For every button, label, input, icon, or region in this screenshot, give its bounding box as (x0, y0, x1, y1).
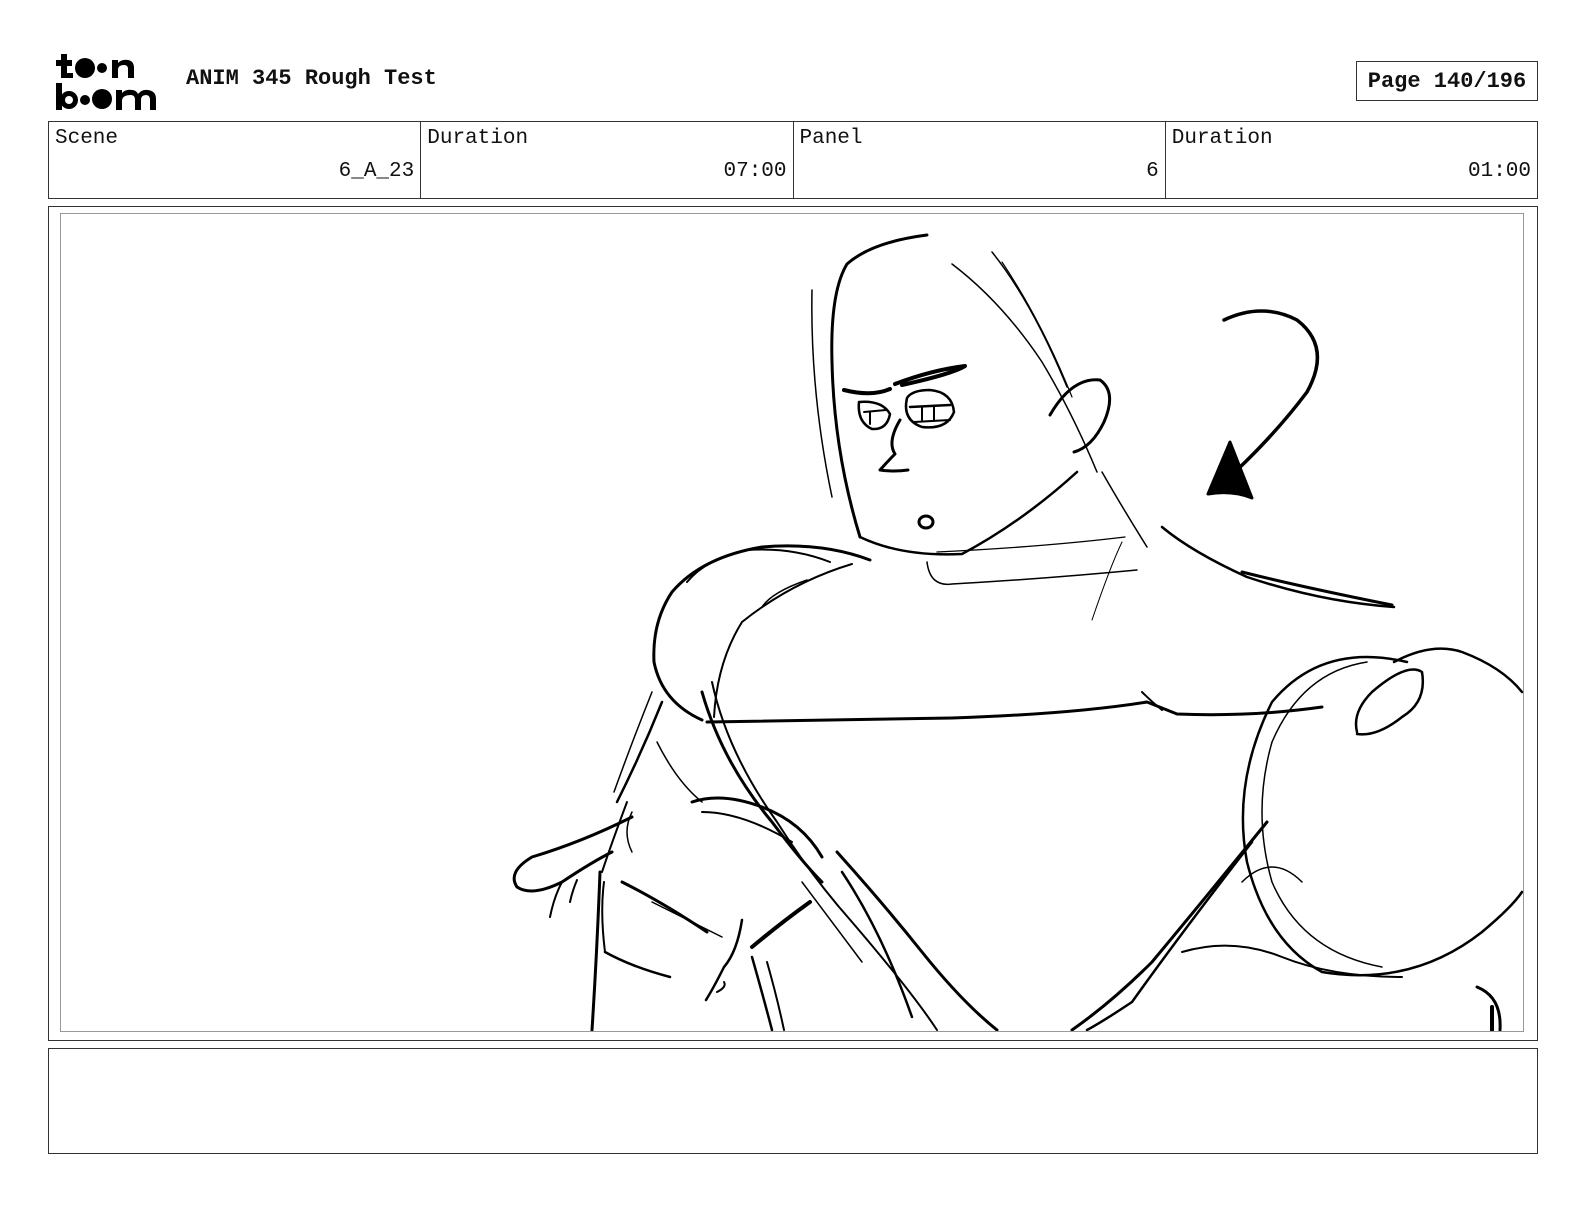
duration-value: 07:00 (723, 160, 787, 183)
document-title: ANIM 345 Rough Test (186, 66, 437, 91)
panel-notes-box (48, 1048, 1538, 1154)
panel-duration-value: 01:00 (1467, 160, 1531, 183)
storyboard-panel-frame (48, 206, 1538, 1041)
scene-label: Scene (55, 127, 119, 150)
info-bar: Scene 6_A_23 Duration 07:00 Panel 6 Dura… (48, 121, 1538, 199)
panel-label: Panel (799, 127, 863, 150)
panel-duration-cell: Duration 01:00 (1164, 122, 1537, 198)
panel-duration-label: Duration (1171, 127, 1273, 150)
scene-value: 6_A_23 (338, 160, 415, 183)
panel-value: 6 (1146, 160, 1159, 183)
duration-cell: Duration 07:00 (420, 122, 792, 198)
toonboom-logo (52, 52, 164, 112)
scene-cell: Scene 6_A_23 (49, 122, 420, 198)
panel-cell: Panel 6 (792, 122, 1165, 198)
rough-sketch-drawing (512, 233, 1523, 1031)
storyboard-panel-image (60, 213, 1524, 1032)
duration-label: Duration (427, 127, 529, 150)
page-number: Page 140/196 (1356, 61, 1538, 101)
